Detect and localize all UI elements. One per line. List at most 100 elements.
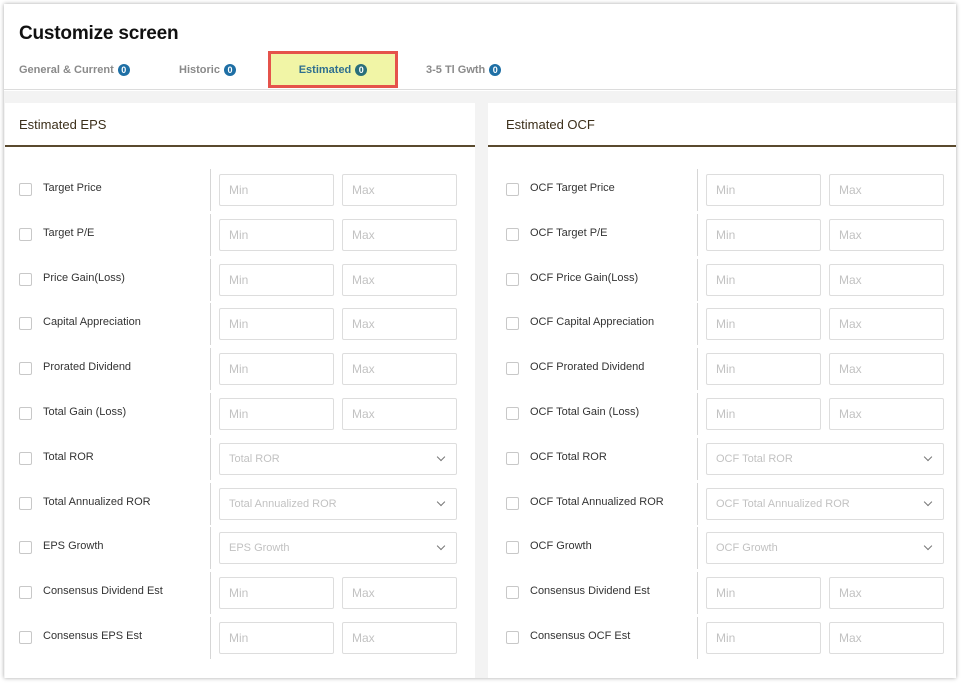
min-input[interactable] (706, 577, 821, 610)
min-input[interactable] (219, 308, 334, 341)
content-area: Estimated EPS Target Price Target P/E Pric… (4, 91, 956, 678)
checkbox[interactable] (506, 451, 519, 465)
chevron-down-icon (923, 542, 933, 551)
select-ocf-total-annualized-ror[interactable]: OCF Total Annualized ROR (706, 487, 944, 520)
divider (697, 303, 698, 346)
filter-row-ocf-total-annualized-ror: OCF Total Annualized ROR OCF Total Annual… (488, 482, 956, 525)
chevron-down-icon (923, 452, 933, 462)
checkbox[interactable] (19, 586, 32, 600)
filter-row-consensus-dividend-est: Consensus Dividend Est (5, 572, 475, 615)
filter-row-consensus-ocf-est: Consensus OCF Est (488, 617, 956, 659)
max-input[interactable] (829, 218, 944, 251)
divider (210, 348, 211, 391)
filter-row-consensus-dividend-est: Consensus Dividend Est (488, 572, 956, 615)
count-badge: 0 (117, 64, 130, 76)
min-input[interactable] (219, 353, 334, 386)
tab-general-current[interactable]: General & Current 0 (19, 50, 130, 90)
max-input[interactable] (342, 308, 457, 341)
checkbox[interactable] (506, 272, 519, 286)
divider (697, 393, 698, 435)
max-input[interactable] (342, 218, 457, 251)
tab-bar: General & Current 0 Historic 0 Estimated… (4, 50, 956, 90)
checkbox[interactable] (506, 227, 519, 241)
max-input[interactable] (829, 263, 944, 296)
min-input[interactable] (219, 174, 334, 206)
max-input[interactable] (829, 353, 944, 386)
checkbox[interactable] (506, 496, 519, 510)
checkbox[interactable] (19, 317, 32, 331)
checkbox[interactable] (19, 541, 32, 555)
filter-row-ocf-prorated-dividend: OCF Prorated Dividend (488, 348, 956, 391)
select-ocf-total-ror[interactable]: OCF Total ROR (706, 442, 944, 475)
divider (697, 348, 698, 391)
min-input[interactable] (706, 308, 821, 341)
checkbox[interactable] (19, 496, 32, 510)
filter-label: OCF Total ROR (530, 450, 607, 463)
min-input[interactable] (706, 353, 821, 386)
min-input[interactable] (219, 577, 334, 610)
select-ocf-growth[interactable]: OCF Growth (706, 532, 944, 565)
max-input[interactable] (829, 577, 944, 610)
tab-historic[interactable]: Historic 0 (179, 50, 236, 90)
select-total-annualized-ror[interactable]: Total Annualized ROR (219, 487, 457, 520)
filter-label: OCF Total Annualized ROR (530, 495, 664, 508)
min-input[interactable] (219, 398, 334, 430)
min-input[interactable] (219, 263, 334, 296)
checkbox[interactable] (19, 407, 32, 420)
tab-estimated[interactable]: Estimated 0 (268, 51, 398, 88)
divider (210, 482, 211, 525)
checkbox[interactable] (506, 631, 519, 644)
min-input[interactable] (219, 622, 334, 654)
max-input[interactable] (342, 577, 457, 610)
filter-row-eps-growth: EPS Growth EPS Growth (5, 527, 475, 570)
checkbox[interactable] (506, 362, 519, 376)
checkbox[interactable] (19, 227, 32, 241)
divider (697, 437, 698, 480)
min-input[interactable] (706, 622, 821, 654)
checkbox[interactable] (19, 631, 32, 644)
min-input[interactable] (706, 218, 821, 251)
filter-row-ocf-total-ror: OCF Total ROR OCF Total ROR (488, 437, 956, 480)
filter-label: Total ROR (43, 450, 94, 463)
filter-row-target-price: Target Price (5, 169, 475, 211)
max-input[interactable] (342, 174, 457, 206)
min-input[interactable] (706, 263, 821, 296)
checkbox[interactable] (19, 362, 32, 376)
max-input[interactable] (829, 398, 944, 430)
checkbox[interactable] (506, 317, 519, 331)
tab-3-5-growth[interactable]: 3-5 Tl Gwth 0 (426, 50, 502, 90)
filter-label: Total Annualized ROR (43, 495, 151, 508)
checkbox[interactable] (506, 541, 519, 555)
max-input[interactable] (829, 174, 944, 206)
filter-label: Consensus EPS Est (43, 630, 143, 642)
checkbox[interactable] (506, 407, 519, 420)
divider (210, 393, 211, 435)
select-eps-growth[interactable]: EPS Growth (219, 532, 457, 565)
filter-label: Target Price (43, 182, 102, 194)
filter-label: OCF Growth (530, 540, 592, 553)
max-input[interactable] (342, 622, 457, 654)
tab-label: Estimated (298, 63, 352, 76)
count-badge: 0 (355, 63, 368, 76)
chevron-down-icon (436, 497, 446, 506)
filter-row-capital-appreciation: Capital Appreciation (5, 303, 475, 346)
filter-row-ocf-growth: OCF Growth OCF Growth (488, 527, 956, 570)
estimated-eps-panel: Estimated EPS Target Price Target P/E Pric… (5, 103, 475, 678)
min-input[interactable] (706, 398, 821, 430)
divider (210, 213, 211, 256)
checkbox[interactable] (506, 183, 519, 196)
checkbox[interactable] (19, 183, 32, 196)
checkbox[interactable] (19, 451, 32, 465)
select-total-ror[interactable]: Total ROR (219, 442, 457, 475)
filter-row-ocf-price-gain-loss: OCF Price Gain(Loss) (488, 258, 956, 301)
max-input[interactable] (829, 308, 944, 341)
checkbox[interactable] (506, 586, 519, 600)
max-input[interactable] (342, 398, 457, 430)
checkbox[interactable] (19, 272, 32, 286)
min-input[interactable] (219, 218, 334, 251)
max-input[interactable] (342, 353, 457, 386)
max-input[interactable] (342, 263, 457, 296)
max-input[interactable] (829, 622, 944, 654)
divider (697, 213, 698, 256)
min-input[interactable] (706, 174, 821, 206)
